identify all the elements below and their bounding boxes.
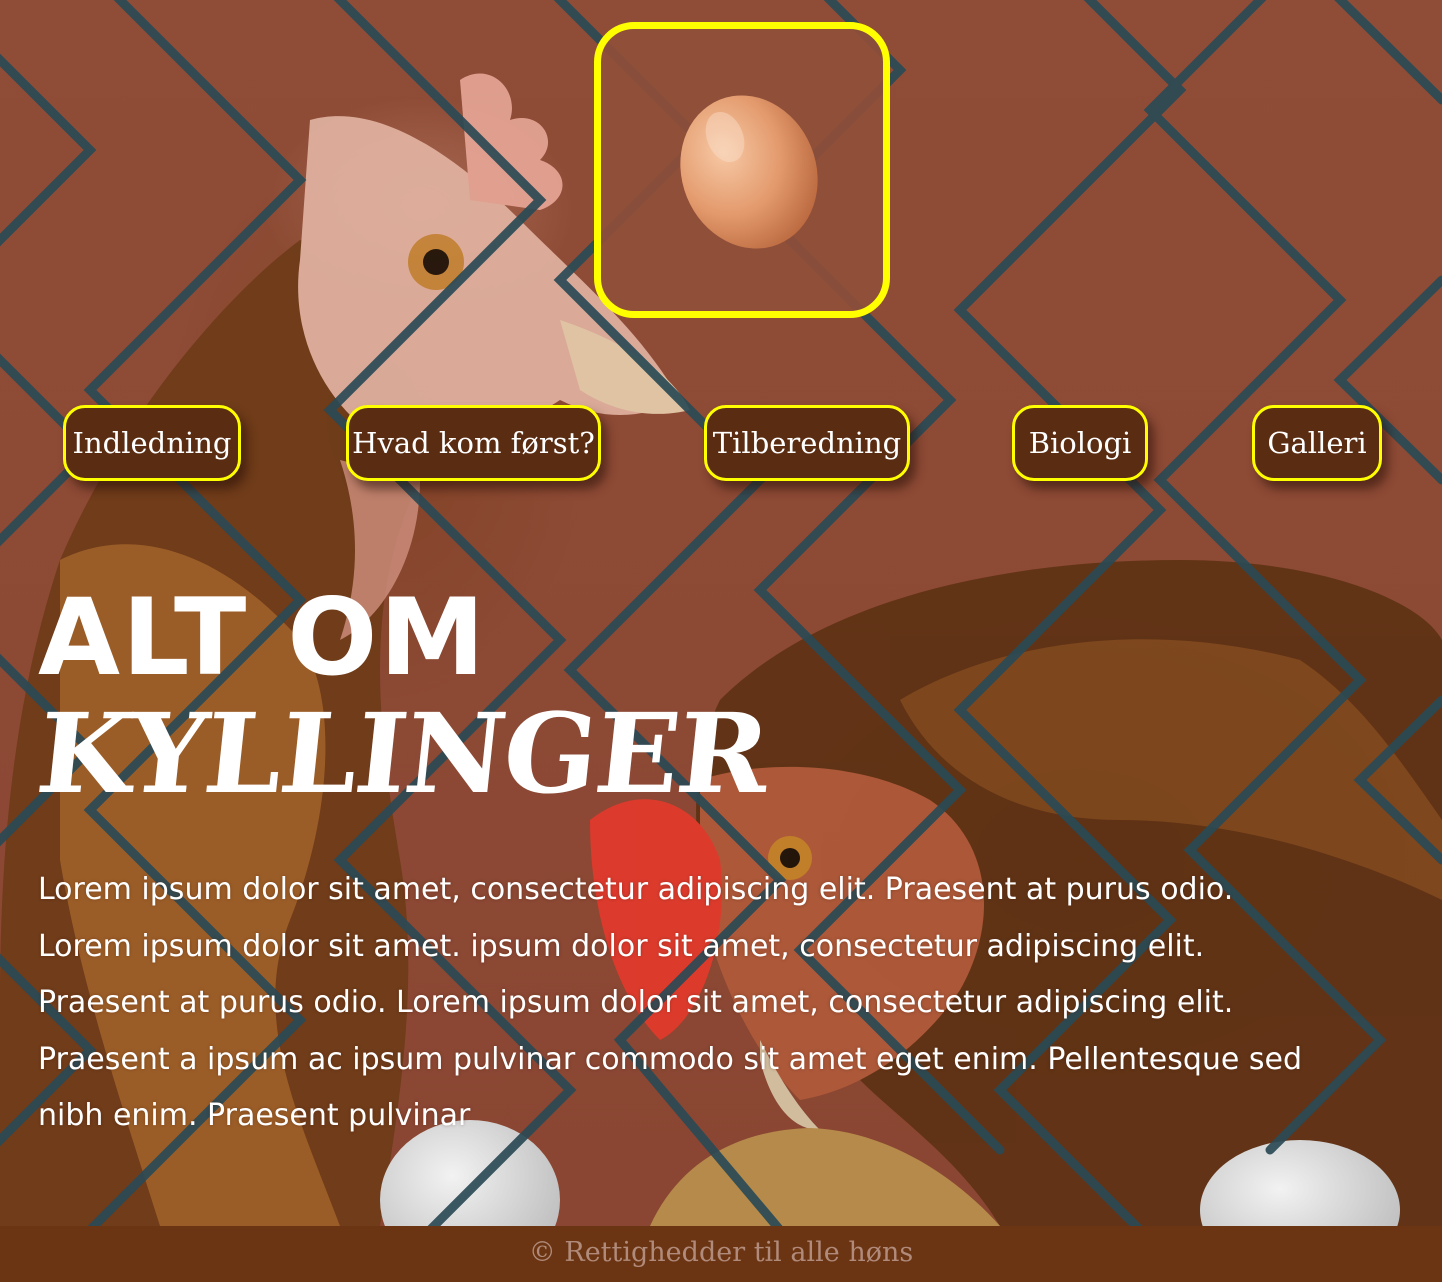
intro-paragraph: Lorem ipsum dolor sit amet, consectetur … [38, 872, 1302, 1133]
footer: © Rettighedder til alle høns [0, 1226, 1442, 1282]
page-title-line1: ALT OM [38, 576, 487, 699]
page-title: ALT OM KYLLINGER [31, 576, 774, 819]
nav-item-tilberedning[interactable]: Tilberedning [704, 405, 910, 481]
hero-section: Indledning Hvad kom først? Tilberedning … [0, 0, 1442, 1226]
nav-item-hvad-kom-forst[interactable]: Hvad kom først? [346, 405, 601, 481]
page-title-line2: KYLLINGER [31, 689, 774, 818]
egg-icon [680, 95, 818, 249]
main-nav: Indledning Hvad kom først? Tilberedning … [0, 405, 1442, 481]
nav-item-biologi[interactable]: Biologi [1012, 405, 1148, 481]
nav-item-galleri[interactable]: Galleri [1252, 405, 1382, 481]
logo-button[interactable] [594, 22, 890, 318]
nav-item-indledning[interactable]: Indledning [63, 405, 241, 481]
copyright-text: © Rettighedder til alle høns [528, 1237, 914, 1268]
